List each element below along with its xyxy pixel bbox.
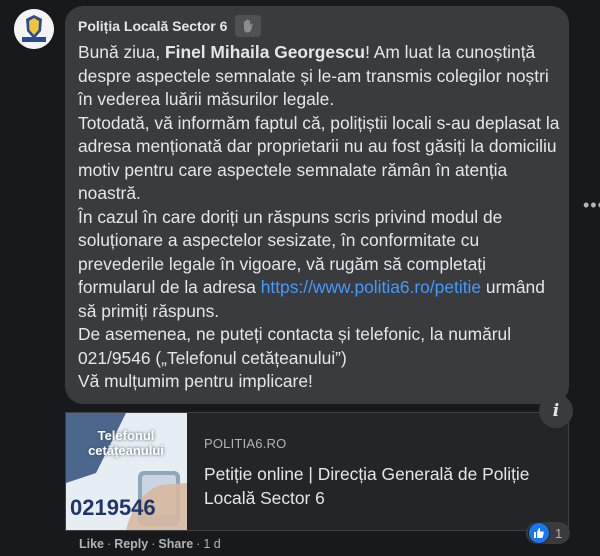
reaction-count: 1 [555,525,563,541]
comment-header: Poliția Locală Sector 6 [78,15,569,37]
thumb-phone-number: 0219546 [70,495,156,520]
info-icon: i [552,401,560,421]
thumb-title: Telefonul cetățeanului [88,428,164,458]
comment-actions: Like · Reply · Share · 1 d [79,536,221,552]
thumbs-up-icon [528,522,550,544]
more-options-icon[interactable]: ••• [583,196,600,214]
author-avatar[interactable] [14,9,54,49]
info-button[interactable]: i [539,394,573,428]
timestamp[interactable]: 1 d [203,537,220,551]
reaction-summary[interactable]: 1 [526,522,570,544]
preview-domain: POLITIA6.RO [204,436,287,451]
separator: · [196,537,201,551]
preview-title[interactable]: Petiție online | Direcția Generală de Po… [204,462,564,510]
greeting: Bună ziua, [78,42,166,62]
petition-link[interactable]: https://www.politia6.ro/petitie [261,277,481,297]
separator: · [107,537,112,551]
waving-hand-icon [235,15,262,37]
separator: · [151,537,156,551]
author-name[interactable]: Poliția Locală Sector 6 [78,17,227,35]
reply-button[interactable]: Reply [114,537,148,551]
police-logo-icon [14,9,54,49]
comment-text: Bună ziua, Finel Mihaila Georgescu! Am l… [78,41,566,394]
preview-info: POLITIA6.RO Petiție online | Direcția Ge… [204,436,564,510]
link-preview-card[interactable]: Telefonul cetățeanului 0219546 POLITIA6.… [65,412,569,531]
paragraph-5: Vă mulțumim pentru implicare! [78,371,313,391]
comment-bubble: Poliția Locală Sector 6 Bună ziua, Finel… [65,6,569,404]
preview-thumbnail: Telefonul cetățeanului 0219546 [66,413,187,530]
share-button[interactable]: Share [158,537,193,551]
paragraph-2: Totodată, vă informăm faptul că, polițiș… [78,112,560,204]
recipient-name[interactable]: Finel Mihaila Georgescu [165,42,365,62]
paragraph-4: De asemenea, ne puteți contacta și telef… [78,324,512,368]
like-button[interactable]: Like [79,537,104,551]
